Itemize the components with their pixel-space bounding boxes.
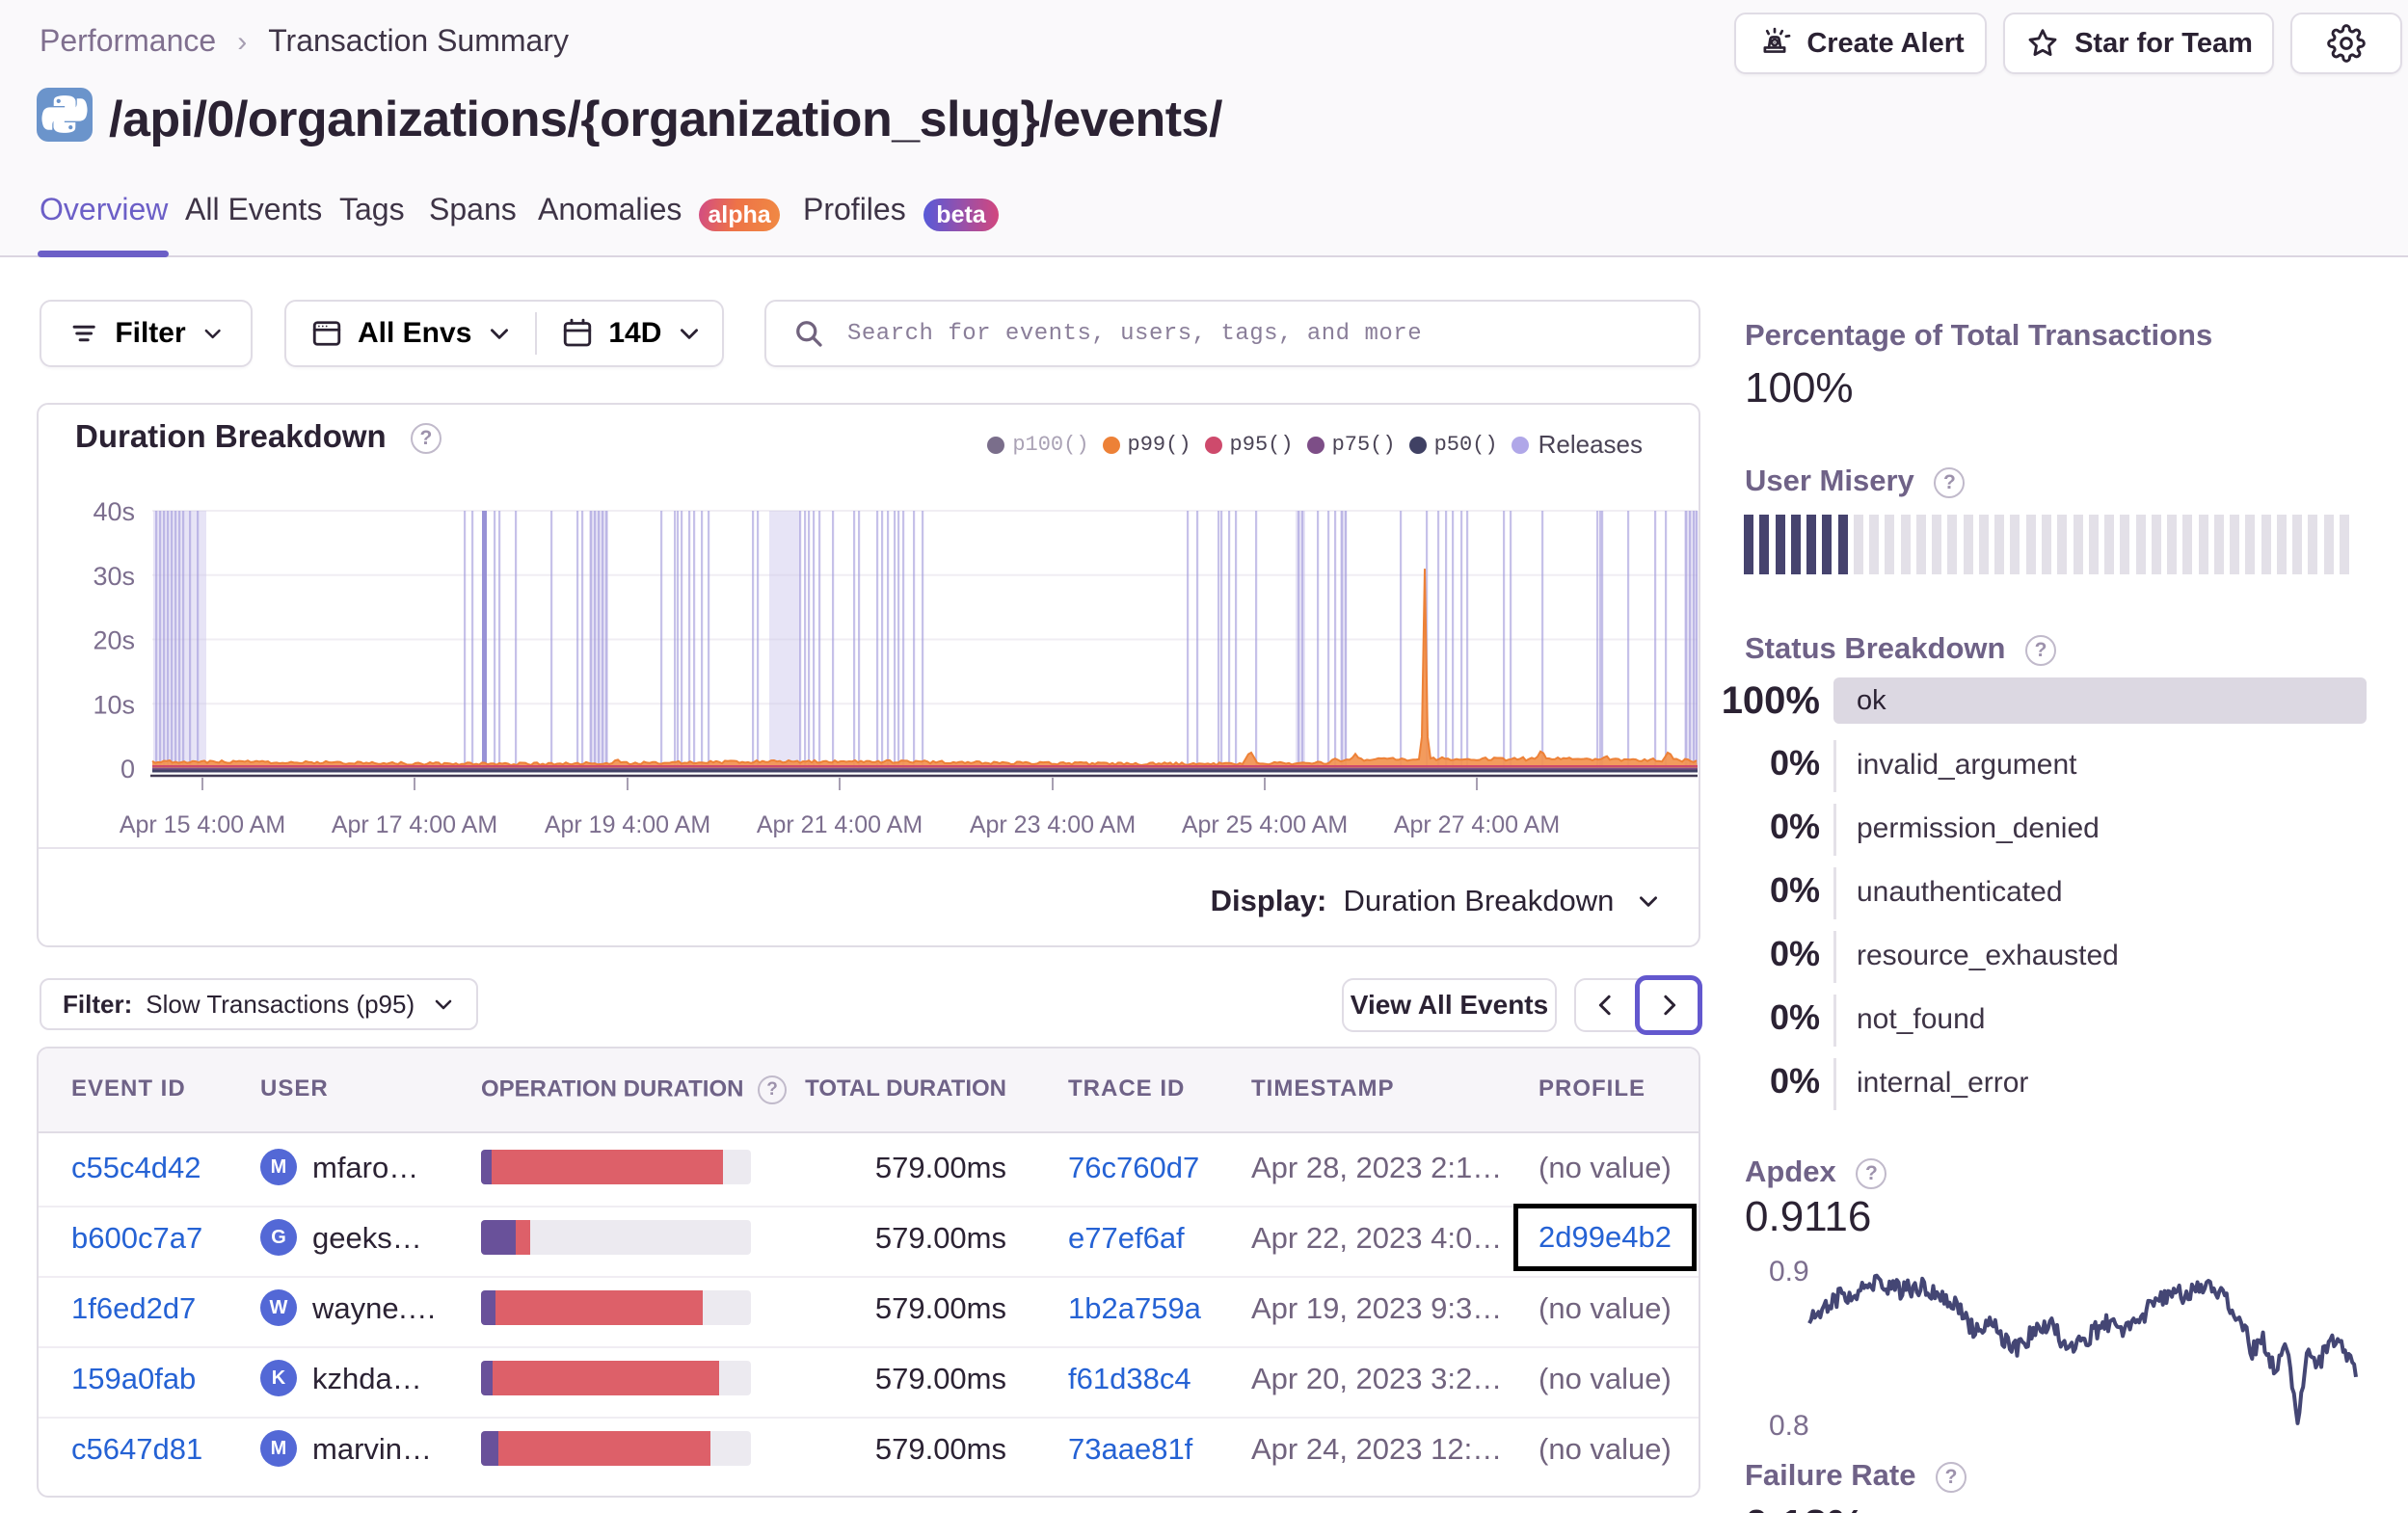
svg-text:Apr 25 4:00 AM: Apr 25 4:00 AM [1182, 811, 1348, 838]
svg-text:Apr 19 4:00 AM: Apr 19 4:00 AM [545, 811, 710, 838]
svg-text:Apr 23 4:00 AM: Apr 23 4:00 AM [970, 811, 1136, 838]
svg-text:0: 0 [120, 755, 135, 783]
svg-text:Apr 21 4:00 AM: Apr 21 4:00 AM [757, 811, 923, 838]
svg-text:Apr 17 4:00 AM: Apr 17 4:00 AM [332, 811, 497, 838]
svg-text:10s: 10s [93, 690, 135, 719]
svg-text:20s: 20s [93, 626, 135, 655]
svg-text:30s: 30s [93, 562, 135, 591]
svg-text:Apr 27 4:00 AM: Apr 27 4:00 AM [1394, 811, 1560, 838]
svg-text:40s: 40s [93, 497, 135, 526]
svg-text:Apr 15 4:00 AM: Apr 15 4:00 AM [120, 811, 285, 838]
